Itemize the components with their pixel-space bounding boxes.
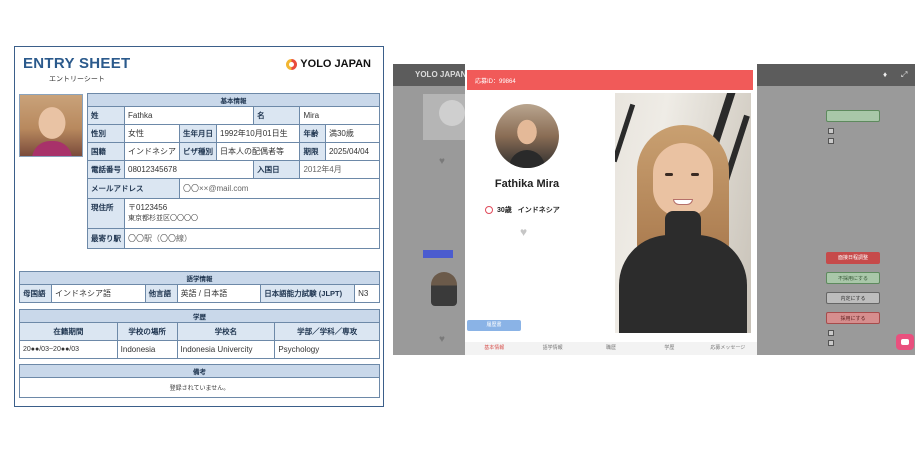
bg-checkbox-3 (828, 330, 834, 336)
jlpt-value: N3 (354, 284, 380, 303)
language-header: 語学情報 (19, 271, 380, 285)
chat-icon[interactable] (896, 334, 914, 350)
gender-value: 女性 (124, 124, 180, 143)
location-pin-icon (485, 206, 493, 214)
sheet-subtitle: エントリーシート (49, 76, 105, 83)
applicant-age: 30歳 (497, 207, 512, 214)
expand-icon[interactable]: ⤢ (901, 70, 907, 80)
tab-work-history[interactable]: 職歴 (582, 342, 640, 355)
language-table: 語学情報 母国語 インドネシア語 他言語 英語 / 日本語 日本語能力試験 (J… (19, 271, 380, 303)
first-name-label: 名 (253, 106, 301, 125)
visa-value: 日本人の配偶者等 (215, 142, 301, 161)
age-value: 満30歳 (324, 124, 381, 143)
edu-school: Indonesia Univercity (176, 340, 276, 359)
remarks-table: 備考 登録されていません。 (19, 364, 380, 398)
applicant-avatar (495, 104, 559, 168)
applicant-photo (19, 94, 83, 157)
postal-code: 〒0123456 (128, 203, 168, 212)
education-table: 学歴 在籍期間 学校の場所 学校名 学部／学科／専攻 20●●/03~20●●/… (19, 309, 380, 359)
nationality-label: 国籍 (87, 142, 125, 161)
logo-text: YOLO JAPAN (300, 58, 371, 70)
bg-checkbox-1 (828, 128, 834, 134)
native-language-value: インドネシア語 (50, 284, 146, 303)
brand-name: YOLO JAPAN (415, 70, 467, 79)
entry-sheet: ENTRY SHEET エントリーシート YOLO JAPAN 基本情報 姓 F… (14, 46, 384, 407)
bg-button-top (826, 110, 880, 122)
edu-col-location: 学校の場所 (116, 322, 178, 341)
applicant-info: 30歳 インドネシア (485, 205, 560, 215)
email-value: 〇〇××@mail.com (179, 178, 380, 199)
age-label: 年齢 (299, 124, 326, 143)
tab-message[interactable]: 応募メッセージ (699, 342, 757, 355)
resume-button[interactable]: 履歴書 (467, 320, 521, 331)
applicant-modal: 応募ID：99864 Fathika Mira 30歳 インドネシア ♥ 履歴書… (465, 64, 757, 355)
station-value: 〇〇駅（〇〇線） (124, 228, 380, 249)
applicant-nationality: インドネシア (517, 207, 560, 214)
edu-col-major: 学部／学科／専攻 (274, 322, 380, 341)
applicant-large-photo (615, 93, 751, 333)
address-value: 東京都杉並区〇〇〇〇 (128, 215, 198, 222)
nationality-value: インドネシア (124, 142, 180, 161)
basic-info-table: 基本情報 姓 Fathka 名 Mira 性別 女性 生年月日 1992年10月… (87, 93, 381, 249)
edu-location: Indonesia (116, 340, 178, 359)
edu-major: Psychology (274, 340, 380, 359)
edu-period: 20●●/03~20●●/03 (19, 340, 118, 359)
remarks-header: 備考 (19, 364, 380, 378)
address-label: 現住所 (87, 198, 125, 229)
phone-value: 08012345678 (123, 160, 255, 179)
entry-date-value: 2012年4月 (299, 160, 380, 179)
birth-label: 生年月日 (179, 124, 217, 143)
last-name-label: 姓 (87, 106, 125, 125)
reject-button[interactable]: 不採用にする (826, 272, 880, 284)
bg-heart-icon: ♥ (439, 156, 445, 167)
bg-checkbox-4 (828, 340, 834, 346)
remarks-value: 登録されていません。 (19, 377, 380, 398)
edu-col-school: 学校名 (176, 322, 276, 341)
other-language-value: 英語 / 日本語 (176, 284, 262, 303)
expiry-label: 期限 (299, 142, 326, 161)
visa-label: ビザ種別 (179, 142, 217, 161)
address-cell: 〒0123456 東京都杉並区〇〇〇〇 (124, 198, 380, 229)
bg-applicant-thumb (431, 272, 457, 306)
application-id: 応募ID：99864 (475, 79, 516, 85)
bg-checkbox-2 (828, 138, 834, 144)
education-header: 学歴 (19, 309, 380, 323)
tab-language[interactable]: 語学情報 (523, 342, 581, 355)
other-language-label: 他言語 (144, 284, 178, 303)
sheet-title: ENTRY SHEET (23, 55, 131, 72)
first-name-value: Mira (299, 106, 380, 125)
yolo-logo: YOLO JAPAN (286, 58, 371, 70)
tab-education[interactable]: 学歴 (640, 342, 698, 355)
bg-heart-icon-2: ♥ (439, 334, 445, 345)
jlpt-label: 日本語能力試験 (JLPT) (260, 284, 356, 303)
birth-value: 1992年10月01日生 (215, 124, 301, 143)
yolo-applicant-screen: YOLO JAPAN ♦ ⤢ ♥ ♥ 面接日程調整 不採用にする 内定にする 採… (393, 64, 915, 355)
yolo-logo-icon (286, 58, 298, 70)
basic-info-header: 基本情報 (87, 93, 380, 107)
gender-label: 性別 (87, 124, 125, 143)
modal-tabs: 基本情報 語学情報 職歴 学歴 応募メッセージ (465, 342, 757, 355)
favorite-heart-icon[interactable]: ♥ (520, 225, 527, 239)
last-name-value: Fathka (123, 106, 255, 125)
native-language-label: 母国語 (19, 284, 52, 303)
phone-label: 電話番号 (87, 160, 125, 179)
hire-button[interactable]: 採用にする (826, 312, 880, 324)
applicant-name: Fathika Mira (494, 178, 560, 190)
interview-schedule-button[interactable]: 面接日程調整 (826, 252, 880, 264)
entry-date-label: 入国日 (253, 160, 301, 179)
bell-icon[interactable]: ♦ (883, 70, 887, 79)
modal-header: 応募ID：99864 (467, 70, 753, 90)
tab-basic-info[interactable]: 基本情報 (465, 342, 523, 355)
bg-tag (423, 250, 453, 258)
email-label: メールアドレス (87, 178, 180, 199)
offer-button[interactable]: 内定にする (826, 292, 880, 304)
edu-col-period: 在籍期間 (19, 322, 118, 341)
station-label: 最寄り駅 (87, 228, 125, 249)
expiry-value: 2025/04/04 (324, 142, 381, 161)
